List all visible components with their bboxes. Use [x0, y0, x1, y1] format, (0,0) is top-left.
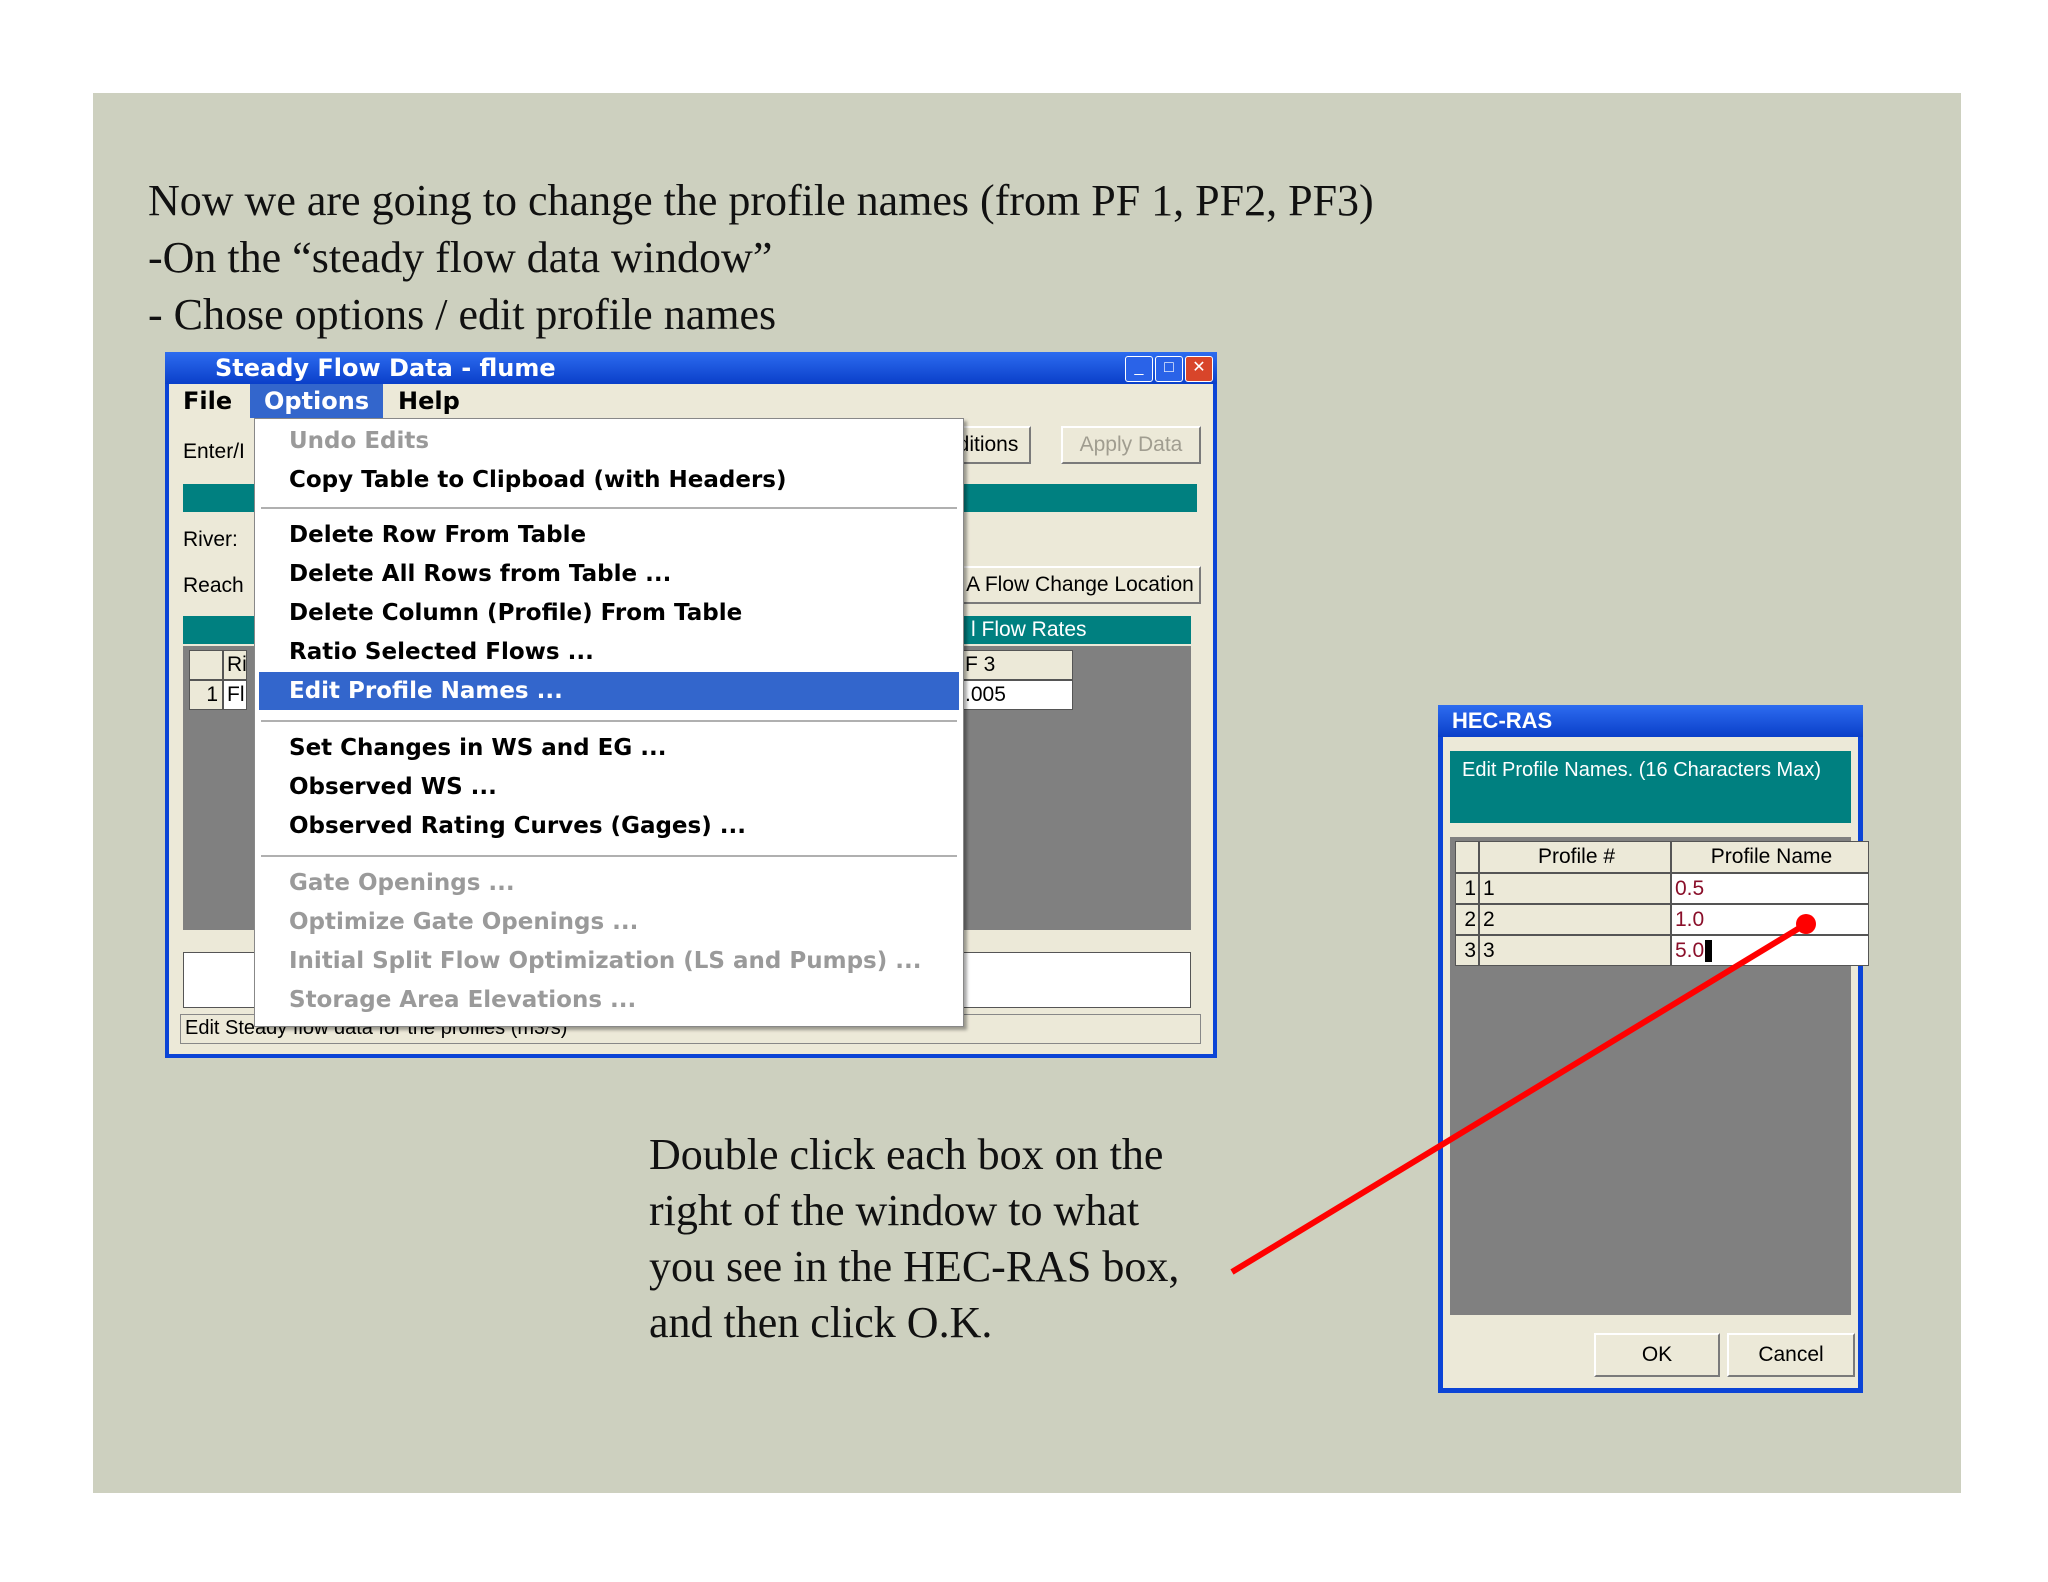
red-pointer-line — [1230, 921, 1808, 1275]
red-pointer-dot — [1796, 914, 1816, 934]
annotation-overlay — [1230, 914, 1816, 1275]
